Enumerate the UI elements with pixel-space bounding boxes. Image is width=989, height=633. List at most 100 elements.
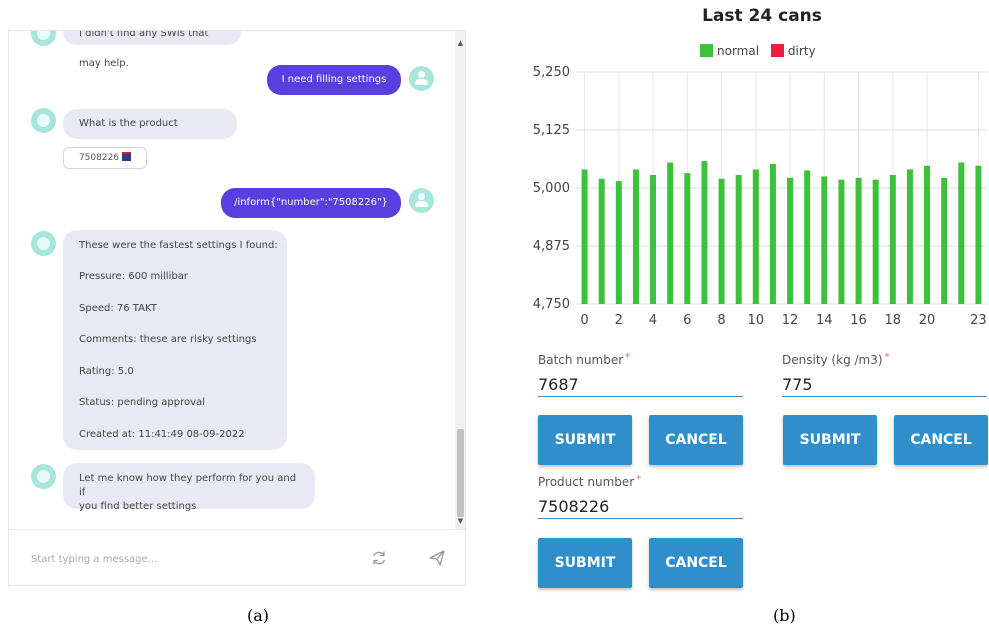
bot-message: Let me know how they perform for you and… xyxy=(63,463,315,512)
bar xyxy=(752,169,759,304)
details-line: Speed: 76 TAKT xyxy=(79,303,157,314)
chat-messages[interactable]: I didn't find any SWIs that may help. I … xyxy=(9,31,459,529)
caption-b: (b) xyxy=(773,606,796,625)
chat-scrollbar[interactable]: ▲ ▼ xyxy=(455,31,465,529)
bar xyxy=(906,169,913,304)
bar xyxy=(684,173,691,304)
bar xyxy=(632,169,639,304)
legend-label-dirty: dirty xyxy=(787,44,816,58)
bot-message-text: Let me know how they perform for you and… xyxy=(79,473,297,498)
y-tick-label: 4,750 xyxy=(533,297,570,312)
user-message: /inform{"number":"7508226"} xyxy=(221,188,401,218)
bar xyxy=(598,178,605,304)
required-marker: * xyxy=(625,352,631,363)
bot-message: What is the product number? xyxy=(63,109,237,159)
caption-a: (a) xyxy=(247,606,270,625)
bar xyxy=(735,175,742,304)
chip-label: 7508226 xyxy=(78,153,120,163)
send-icon[interactable] xyxy=(427,548,447,568)
bar-chart: 4,750 4,875 5,000 5,125 5,250 0 2 4 6 8 10 12 14 16 18… xyxy=(533,65,987,328)
bar xyxy=(924,165,931,304)
x-tick-label: 18 xyxy=(885,313,902,328)
bot-message-text: you find better settings xyxy=(79,501,197,512)
batch-number-input[interactable] xyxy=(538,372,743,397)
x-tick-label: 0 xyxy=(580,313,588,328)
product-number-label: Product number * xyxy=(538,474,642,489)
message-input[interactable] xyxy=(29,548,333,570)
y-tick-label: 5,000 xyxy=(533,181,570,196)
legend-item-dirty[interactable]: dirty xyxy=(770,44,816,58)
user-message: I need filling settings xyxy=(267,65,401,95)
bar xyxy=(838,179,845,304)
details-line: These were the fastest settings I found: xyxy=(79,240,278,251)
batch-number-label: Batch number * xyxy=(538,352,631,367)
bot-message-text: I didn't find any SWIs that may help. xyxy=(79,31,209,69)
user-message-text: I need filling settings xyxy=(281,74,387,85)
x-tick-label: 8 xyxy=(717,313,725,328)
bar xyxy=(855,177,862,304)
y-tick-label: 5,250 xyxy=(533,65,570,80)
quick-reply-chip[interactable]: 7508226 xyxy=(63,147,147,169)
density-input[interactable] xyxy=(782,372,987,397)
batch-cancel-button[interactable]: CANCEL xyxy=(649,415,743,465)
x-tick-label: 4 xyxy=(649,313,657,328)
x-tick-label: 23 xyxy=(970,313,987,328)
details-line: Status: pending approval xyxy=(79,397,205,408)
x-tick-label: 2 xyxy=(615,313,623,328)
details-line: Pressure: 600 millibar xyxy=(79,271,188,282)
details-line: Rating: 5.0 xyxy=(79,366,134,377)
x-tick-label: 12 xyxy=(782,313,799,328)
bar xyxy=(821,176,828,304)
settings-details-message: These were the fastest settings I found:… xyxy=(63,230,287,450)
bar xyxy=(769,163,776,304)
legend-item-normal[interactable]: normal xyxy=(700,44,759,58)
y-tick-label: 4,875 xyxy=(533,239,570,254)
bot-avatar xyxy=(31,31,56,46)
bar xyxy=(615,181,622,304)
legend-swatch-dirty xyxy=(770,44,784,57)
bar xyxy=(872,179,879,304)
bar xyxy=(701,161,708,304)
message-composer xyxy=(9,529,465,585)
chart-legend: normal dirty xyxy=(700,44,824,58)
product-number-input[interactable] xyxy=(538,494,743,519)
user-avatar xyxy=(409,188,434,213)
bot-avatar xyxy=(31,231,56,256)
y-tick-label: 5,125 xyxy=(533,123,570,138)
scroll-down-arrow-icon[interactable]: ▼ xyxy=(455,515,465,527)
bar xyxy=(889,175,896,304)
bot-message: I didn't find any SWIs that may help. xyxy=(63,31,241,69)
product-cancel-button[interactable]: CANCEL xyxy=(649,538,743,588)
chat-window: I didn't find any SWIs that may help. I … xyxy=(8,30,466,586)
bar xyxy=(975,165,982,304)
required-marker: * xyxy=(636,474,642,485)
batch-submit-button[interactable]: SUBMIT xyxy=(538,415,632,465)
legend-swatch-normal xyxy=(700,44,713,57)
chart-title: Last 24 cans xyxy=(702,6,822,26)
product-submit-button[interactable]: SUBMIT xyxy=(538,538,632,588)
scroll-up-arrow-icon[interactable]: ▲ xyxy=(455,37,465,49)
x-tick-label: 6 xyxy=(683,313,691,328)
bar xyxy=(787,177,794,304)
bar xyxy=(941,177,948,304)
bar xyxy=(650,175,657,304)
x-tick-label: 20 xyxy=(919,313,936,328)
required-marker: * xyxy=(884,352,890,363)
density-cancel-button[interactable]: CANCEL xyxy=(894,415,988,465)
scroll-thumb[interactable] xyxy=(457,429,464,517)
bar xyxy=(958,162,965,304)
user-avatar xyxy=(409,66,434,91)
flag-icon xyxy=(122,152,132,161)
legend-label-normal: normal xyxy=(717,44,760,58)
bot-avatar xyxy=(31,464,56,489)
user-message-text: /inform{"number":"7508226"} xyxy=(234,197,388,208)
x-tick-label: 10 xyxy=(748,313,765,328)
refresh-icon[interactable] xyxy=(369,548,389,568)
x-tick-label: 16 xyxy=(850,313,867,328)
bar xyxy=(804,170,811,304)
density-submit-button[interactable]: SUBMIT xyxy=(783,415,877,465)
bar xyxy=(667,162,674,304)
density-label: Density (kg /m3) * xyxy=(782,352,890,367)
bot-avatar xyxy=(31,108,56,133)
details-line: Created at: 11:41:49 08-09-2022 xyxy=(79,429,245,440)
